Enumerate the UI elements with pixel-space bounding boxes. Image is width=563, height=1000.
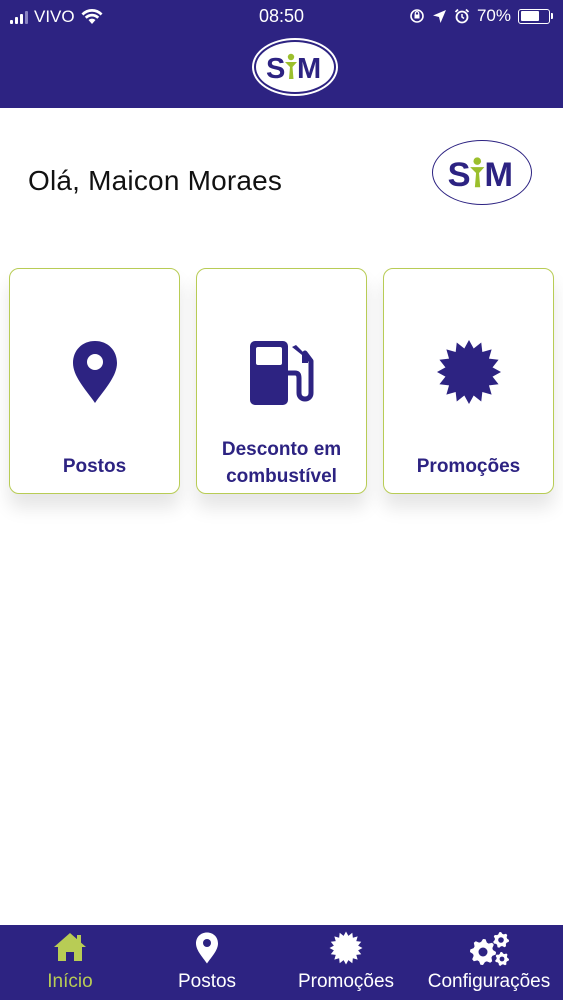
- card-postos[interactable]: Postos: [9, 268, 180, 494]
- tab-label: Configurações: [427, 971, 551, 992]
- brand-logo: S M: [432, 140, 532, 205]
- logo-letter-m: M: [484, 156, 513, 192]
- card-label: Postos: [62, 456, 127, 477]
- tab-configuracoes[interactable]: Configurações: [415, 925, 563, 1000]
- logo-person-icon: [285, 53, 297, 79]
- card-desconto-combustivel[interactable]: Desconto em combustível: [196, 268, 367, 494]
- bottom-tab-bar: Início Postos Promoções Configurações: [0, 925, 563, 1000]
- tab-label: Início: [47, 971, 93, 992]
- home-icon: [0, 931, 140, 963]
- status-bar: VIVO 08:50 70%: [0, 0, 563, 34]
- battery-icon: [518, 8, 553, 24]
- battery-percent: 70%: [476, 6, 511, 25]
- tab-promocoes[interactable]: Promoções: [277, 925, 415, 1000]
- logo-letter-m: M: [297, 53, 321, 83]
- location-arrow-icon: [432, 9, 446, 23]
- alarm-icon: [454, 8, 470, 24]
- greeting-text: Olá, Maicon Moraes: [28, 165, 283, 196]
- card-label-line1: Desconto em: [221, 439, 342, 460]
- logo-person-icon: [470, 156, 485, 187]
- card-label-line2: combustível: [226, 466, 337, 487]
- map-pin-icon: [10, 339, 179, 405]
- gears-icon: [415, 931, 563, 967]
- tab-label: Promoções: [297, 971, 395, 992]
- card-label: Promoções: [416, 456, 521, 477]
- orientation-lock-icon: [410, 9, 424, 23]
- header-logo: S M: [254, 40, 336, 94]
- status-right: 70%: [409, 6, 553, 26]
- map-pin-icon: [137, 931, 277, 965]
- starburst-badge-icon: [277, 931, 415, 965]
- card-promocoes[interactable]: Promoções: [383, 268, 554, 494]
- starburst-badge-icon: [384, 339, 553, 405]
- fuel-pump-icon: [197, 339, 366, 407]
- tab-inicio[interactable]: Início: [0, 925, 140, 1000]
- tab-postos[interactable]: Postos: [137, 925, 277, 1000]
- logo-letter-s: S: [266, 53, 285, 83]
- tab-label: Postos: [177, 971, 237, 992]
- top-header: VIVO 08:50 70% S M: [0, 0, 563, 108]
- logo-letter-s: S: [448, 156, 471, 192]
